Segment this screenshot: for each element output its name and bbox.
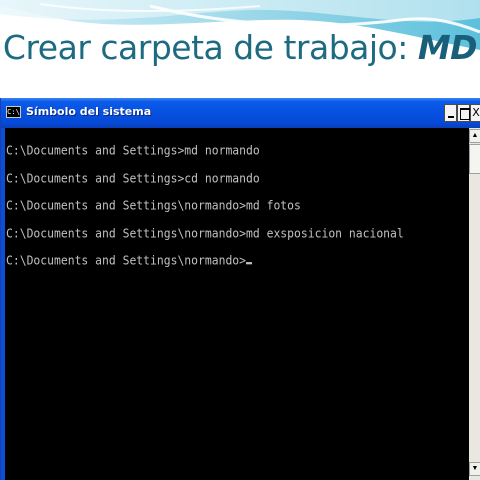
console-line: C:\Documents and Settings>cd normando xyxy=(6,169,260,186)
command-prompt-window: C:\ Símbolo del sistema X C:\Documents a… xyxy=(0,98,480,480)
maximize-button[interactable] xyxy=(457,104,470,122)
text-cursor xyxy=(246,262,253,265)
window-titlebar[interactable]: C:\ Símbolo del sistema X xyxy=(1,98,480,128)
console-prompt: C:\Documents and Settings\normando> xyxy=(6,252,247,269)
cmd-icon: C:\ xyxy=(6,106,21,118)
console-line: C:\Documents and Settings\normando>md fo… xyxy=(6,197,301,213)
scrollbar-thumb[interactable] xyxy=(469,144,480,174)
close-button[interactable]: X xyxy=(470,104,480,122)
slide-title-prefix: Crear carpeta de trabajo: xyxy=(2,28,418,67)
scroll-up-button[interactable]: ▲ xyxy=(469,129,480,143)
window-title: Símbolo del sistema xyxy=(26,105,152,118)
slide-title-emphasis: MD xyxy=(417,28,478,67)
minimize-button[interactable] xyxy=(444,104,457,122)
slide-background: Crear carpeta de trabajo: MD xyxy=(0,0,480,100)
slide-title: Crear carpeta de trabajo: MD xyxy=(0,28,480,67)
console-line: C:\Documents and Settings>md normando xyxy=(6,142,260,158)
vertical-scrollbar[interactable]: ▲ ▼ xyxy=(469,128,480,480)
scroll-down-button[interactable]: ▼ xyxy=(469,462,480,476)
console-output[interactable]: C:\Documents and Settings>md normando C:… xyxy=(5,128,469,480)
console-prompt-line[interactable]: C:\Documents and Settings\normando> xyxy=(6,252,469,283)
